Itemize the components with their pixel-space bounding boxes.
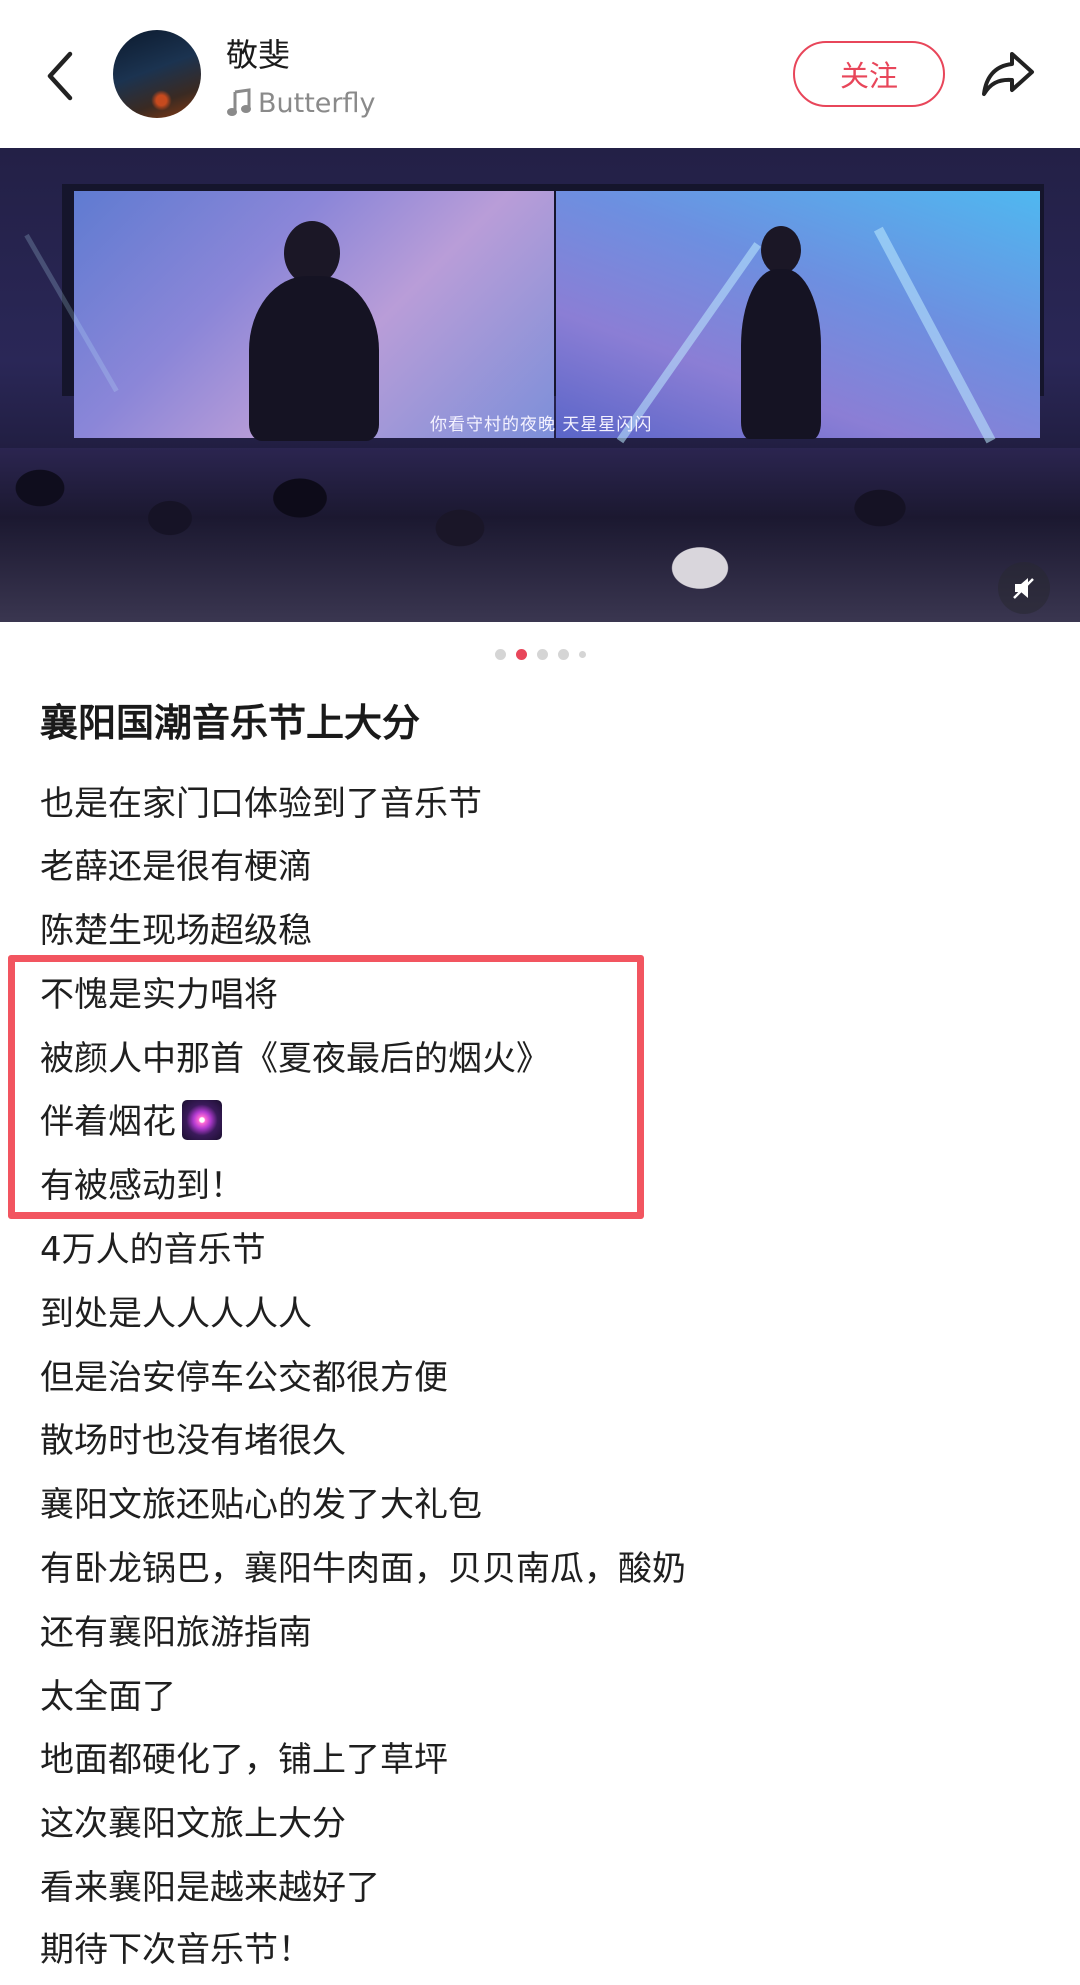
post-line: 老薛还是很有梗滴 [40,847,312,887]
stage-screen-right [556,191,1040,444]
post-line: 这次襄阳文旅上大分 [40,1804,346,1844]
post-line: 看来襄阳是越来越好了 [40,1868,380,1908]
post-line: 到处是人人人人人 [40,1294,312,1334]
post-line: 但是治安停车公交都很方便 [40,1358,448,1398]
music-title: Butterfly [258,87,376,119]
page-dot-active[interactable] [515,648,527,660]
page-dot[interactable] [494,648,506,660]
sound-toggle-button[interactable] [998,562,1050,614]
post-line: 还有襄阳旅游指南 [40,1613,312,1653]
follow-button[interactable]: 关注 [793,41,945,107]
page-dot[interactable] [557,648,569,660]
image-pagination [0,648,1080,660]
post-line: 陈楚生现场超级稳 [40,911,312,951]
back-arrow-icon[interactable] [40,48,84,104]
post-line: 有卧龙锅巴，襄阳牛肉面，贝贝南瓜，酸奶 [40,1549,686,1589]
post-line: 太全面了 [40,1677,176,1717]
avatar[interactable] [113,30,201,118]
post-header: 敬斐 Butterfly 关注 [0,0,1080,148]
post-line: 襄阳文旅还贴心的发了大礼包 [40,1485,482,1525]
username[interactable]: 敬斐 [226,30,290,76]
post-line: 期待下次音乐节！ [40,1930,312,1970]
music-note-icon [227,88,251,116]
post-line: 也是在家门口体验到了音乐节 [40,784,482,824]
post-title: 襄阳国潮音乐节上大分 [40,701,421,745]
highlight-box [8,955,644,1219]
background-music[interactable]: Butterfly [226,86,376,120]
page-dot[interactable] [578,650,586,658]
post-line: 散场时也没有堵很久 [40,1421,346,1461]
stage-screen-left [24,191,554,441]
post-image[interactable]: 你看守村的夜晚 天星星闪闪 [0,148,1080,622]
post-line: 4万人的音乐节 [40,1230,266,1270]
video-caption: 你看守村的夜晚 天星星闪闪 [430,415,653,435]
page-dot[interactable] [536,648,548,660]
concert-crowd [0,448,1080,622]
share-icon[interactable] [980,48,1036,100]
speaker-icon [1013,578,1034,599]
post-line: 地面都硬化了，铺上了草坪 [40,1740,448,1780]
